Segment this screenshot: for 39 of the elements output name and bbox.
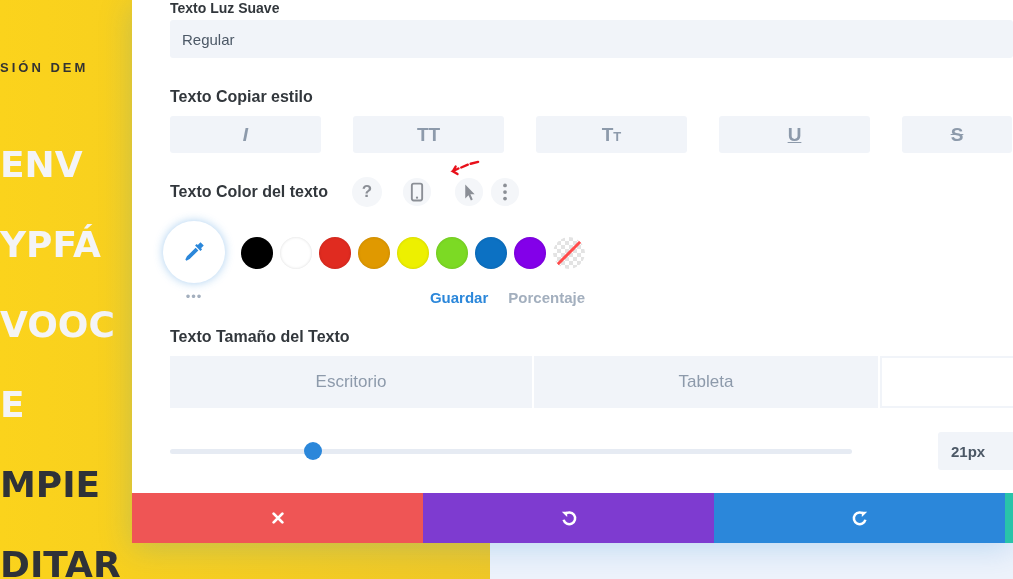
- hero-heading: ENV: [0, 147, 83, 183]
- hero-heading: DITAR: [0, 547, 121, 579]
- color-swatch[interactable]: [319, 237, 351, 269]
- style-button[interactable]: U: [719, 116, 870, 153]
- color-swatch[interactable]: [397, 237, 429, 269]
- style-button[interactable]: TT: [536, 116, 687, 153]
- cursor-icon[interactable]: [453, 177, 484, 207]
- hero-heading: E: [0, 387, 25, 423]
- field-label: Texto Copiar estilo: [170, 88, 313, 106]
- arrow-drawing: [450, 159, 480, 176]
- hero-heading: MPIE: [0, 467, 101, 503]
- color-tab[interactable]: Guardar: [429, 289, 489, 306]
- color-swatch[interactable]: [358, 237, 390, 269]
- device-tab[interactable]: Tableta: [534, 356, 878, 408]
- style-button[interactable]: TT: [353, 116, 504, 153]
- select-field[interactable]: Regular: [170, 20, 1013, 58]
- field-label: Texto Tamaño del Texto: [170, 328, 350, 346]
- style-button[interactable]: S: [902, 116, 1012, 153]
- hero-tagline: SIÓN DEM: [0, 60, 89, 75]
- more-options-icon[interactable]: [489, 177, 520, 207]
- help-button[interactable]: ?: [351, 177, 382, 207]
- color-swatch[interactable]: [241, 237, 273, 269]
- more-colors-button[interactable]: •••: [185, 289, 203, 304]
- color-swatch[interactable]: [436, 237, 468, 269]
- value-field[interactable]: 21px: [938, 432, 1013, 470]
- redo-icon: [850, 509, 869, 527]
- no-color-swatch[interactable]: [553, 237, 585, 269]
- hero-heading: VOOC: [0, 307, 115, 343]
- device-tab[interactable]: Escritorio: [170, 356, 532, 408]
- slider-thumb[interactable]: [304, 442, 323, 460]
- field-label: Texto Luz Suave: [170, 1, 280, 16]
- style-button[interactable]: I: [170, 116, 321, 153]
- phone-icon[interactable]: [401, 177, 432, 207]
- color-tab[interactable]: Porcentaje: [508, 289, 585, 306]
- eyedropper-button[interactable]: [163, 221, 225, 283]
- color-swatch[interactable]: [514, 237, 546, 269]
- color-swatch[interactable]: [475, 237, 507, 269]
- close-icon: [270, 511, 285, 525]
- field-label: Texto Color del texto: [170, 183, 328, 201]
